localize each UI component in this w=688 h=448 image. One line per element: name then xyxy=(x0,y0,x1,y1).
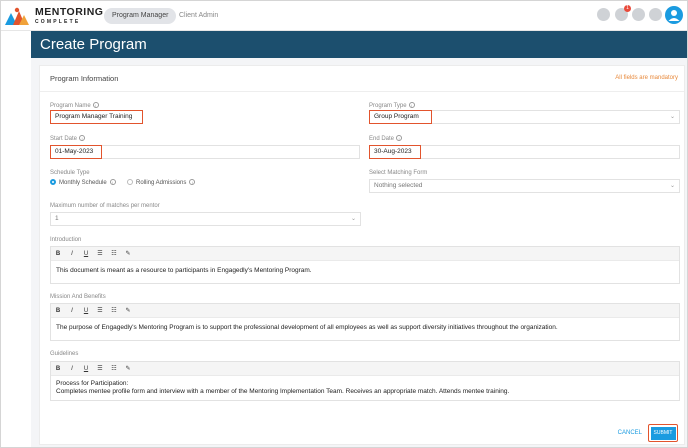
info-icon[interactable]: i xyxy=(92,102,99,108)
matching-form-select[interactable]: Nothing selected ⌄ xyxy=(369,179,680,193)
start-date-label: Start Date i xyxy=(50,135,86,142)
program-type-value[interactable]: Group Program xyxy=(369,110,432,124)
guidelines-editor[interactable]: B I U ☰ ☷ ✎ Process for Participation: Comple… xyxy=(50,361,680,401)
bold-button[interactable]: B xyxy=(51,247,65,261)
program-type-label-text: Program Type xyxy=(369,103,407,109)
underline-button[interactable]: U xyxy=(79,304,93,318)
tab-client-admin[interactable]: Client Admin xyxy=(171,8,226,24)
mission-text[interactable]: The purpose of Engagedly's Mentoring Pro… xyxy=(51,318,679,338)
bold-button[interactable]: B xyxy=(51,362,65,376)
nav-icons: 1 xyxy=(595,5,685,26)
radio-monthly-schedule[interactable]: Monthly Schedule i xyxy=(50,179,116,186)
end-date-input[interactable]: 30-Aug-2023 xyxy=(369,145,421,159)
end-date-label: End Date i xyxy=(369,135,403,142)
guidelines-label: Guidelines xyxy=(50,351,79,357)
calendar-icon[interactable] xyxy=(649,8,662,21)
bold-button[interactable]: B xyxy=(51,304,65,318)
info-icon[interactable]: i xyxy=(396,135,403,141)
top-navigation: MENTORING COMPLETE Program Manager Clien… xyxy=(1,1,687,31)
radio-monthly-label: Monthly Schedule xyxy=(59,180,107,186)
underline-button[interactable]: U xyxy=(79,247,93,261)
settings-icon[interactable] xyxy=(597,8,610,21)
end-date-label-text: End Date xyxy=(369,136,395,142)
info-icon[interactable]: i xyxy=(189,179,196,185)
pen-icon[interactable]: ✎ xyxy=(121,304,135,318)
program-type-label: Program Type i xyxy=(369,102,415,109)
introduction-text[interactable]: This document is meant as a resource to … xyxy=(51,261,679,281)
matching-form-label: Select Matching Form xyxy=(369,170,428,176)
guidelines-line1: Process for Participation: xyxy=(56,380,129,387)
italic-button[interactable]: I xyxy=(65,304,79,318)
info-icon[interactable]: i xyxy=(109,179,116,185)
brand-line1: MENTORING xyxy=(35,6,104,18)
program-name-label-text: Program Name xyxy=(50,103,91,109)
left-sidebar xyxy=(1,31,31,447)
page-title: Create Program xyxy=(40,36,147,53)
schedule-type-label: Schedule Type xyxy=(50,170,90,176)
bullet-list-icon[interactable]: ☰ xyxy=(93,247,107,261)
introduction-label: Introduction xyxy=(50,237,82,243)
introduction-editor[interactable]: B I U ☰ ☷ ✎ This document is meant as a resou… xyxy=(50,246,680,284)
chevron-down-icon: ⌄ xyxy=(669,114,675,120)
radio-rolling-admissions[interactable]: Rolling Admissions i xyxy=(127,179,196,186)
radio-rolling-label: Rolling Admissions xyxy=(136,180,187,186)
chevron-down-icon: ⌄ xyxy=(350,216,356,222)
notification-badge: 1 xyxy=(624,5,631,12)
max-matches-label: Maximum number of matches per mentor xyxy=(50,203,160,209)
mentoring-logo-icon[interactable] xyxy=(5,7,29,25)
submit-label: SUBMIT xyxy=(650,426,676,440)
bullet-list-icon[interactable]: ☰ xyxy=(93,362,107,376)
page-header: Create Program xyxy=(31,31,687,58)
max-matches-value: 1 xyxy=(55,215,59,222)
program-name-input[interactable]: Program Manager Training xyxy=(50,110,143,124)
submit-button[interactable]: SUBMIT xyxy=(648,424,678,442)
editor-toolbar: B I U ☰ ☷ ✎ xyxy=(51,247,679,261)
user-icon xyxy=(668,10,680,21)
cancel-button[interactable]: CANCEL xyxy=(618,430,642,436)
start-date-input[interactable]: 01-May-2023 xyxy=(50,145,102,159)
underline-button[interactable]: U xyxy=(79,362,93,376)
italic-button[interactable]: I xyxy=(65,362,79,376)
radio-off-icon[interactable] xyxy=(127,179,133,185)
pen-icon[interactable]: ✎ xyxy=(121,247,135,261)
matching-form-value: Nothing selected xyxy=(374,182,423,189)
editor-toolbar: B I U ☰ ☷ ✎ xyxy=(51,304,679,318)
numbered-list-icon[interactable]: ☷ xyxy=(107,362,121,376)
guidelines-line2: Completes mentee profile form and interv… xyxy=(56,388,510,395)
card-title: Program Information xyxy=(50,74,119,83)
max-matches-select[interactable]: 1 ⌄ xyxy=(50,212,361,226)
editor-toolbar: B I U ☰ ☷ ✎ xyxy=(51,362,679,376)
mandatory-note: All fields are mandatory xyxy=(615,75,678,81)
bell-icon[interactable]: 1 xyxy=(615,5,631,21)
card-header: Program Information All fields are manda… xyxy=(40,66,684,92)
bullet-list-icon[interactable]: ☰ xyxy=(93,304,107,318)
brand-name: MENTORING COMPLETE xyxy=(35,7,103,25)
brand-line2: COMPLETE xyxy=(35,18,81,25)
pen-icon[interactable]: ✎ xyxy=(121,362,135,376)
mission-editor[interactable]: B I U ☰ ☷ ✎ The purpose of Engagedly's Mentor… xyxy=(50,303,680,341)
avatar[interactable] xyxy=(665,6,683,24)
start-date-label-text: Start Date xyxy=(50,136,78,142)
radio-on-icon[interactable] xyxy=(50,179,56,185)
guidelines-text[interactable]: Process for Participation: Completes men… xyxy=(51,376,679,402)
tab-program-manager[interactable]: Program Manager xyxy=(104,8,177,24)
app-frame: MENTORING COMPLETE Program Manager Clien… xyxy=(0,0,688,448)
numbered-list-icon[interactable]: ☷ xyxy=(107,247,121,261)
info-icon[interactable]: i xyxy=(79,135,86,141)
program-form-card: Program Information All fields are manda… xyxy=(39,65,685,445)
italic-button[interactable]: I xyxy=(65,247,79,261)
chevron-down-icon: ⌄ xyxy=(669,183,675,189)
info-icon[interactable]: i xyxy=(408,102,415,108)
program-name-label: Program Name i xyxy=(50,102,99,109)
chat-icon[interactable] xyxy=(632,8,645,21)
numbered-list-icon[interactable]: ☷ xyxy=(107,304,121,318)
mission-label: Mission And Benefits xyxy=(50,294,106,300)
